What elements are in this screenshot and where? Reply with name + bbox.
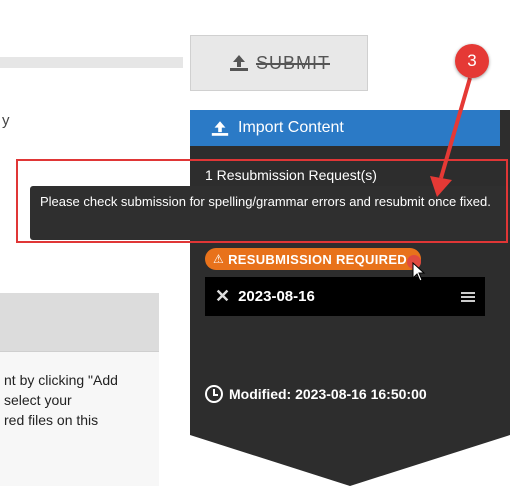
left-text-fragment: y — [2, 112, 10, 129]
instruction-line: select your — [4, 392, 72, 408]
submit-button[interactable]: SUBMIT — [190, 35, 368, 91]
warning-icon: ⚠ — [213, 252, 225, 266]
upload-icon — [211, 120, 229, 136]
import-content-button[interactable]: Import Content — [190, 110, 500, 146]
upload-icon — [229, 55, 248, 71]
left-instructions: nt by clicking "Add select your red file… — [4, 370, 158, 430]
submission-date: 2023-08-16 — [238, 288, 315, 305]
menu-icon[interactable] — [461, 291, 475, 302]
import-content-label: Import Content — [238, 119, 344, 136]
badge-label: RESUBMISSION REQUIRED — [228, 251, 407, 267]
left-content-bar — [0, 57, 183, 68]
mouse-cursor-icon — [412, 262, 426, 282]
instruction-line: nt by clicking "Add — [4, 372, 118, 388]
instruction-line: red files on this — [4, 412, 99, 428]
annotation-highlight-box — [16, 159, 508, 243]
left-panel-header — [0, 293, 159, 352]
close-icon[interactable]: ✕ — [215, 286, 230, 307]
resubmission-required-badge[interactable]: ⚠ RESUBMISSION REQUIRED — [205, 248, 421, 270]
modified-timestamp: Modified: 2023-08-16 16:50:00 — [205, 385, 427, 403]
step-number-marker: 3 — [455, 44, 489, 78]
submission-date-row[interactable]: ✕ 2023-08-16 — [205, 277, 485, 316]
submit-label: SUBMIT — [255, 52, 330, 73]
modified-label: Modified: 2023-08-16 16:50:00 — [229, 386, 427, 402]
clock-icon — [205, 385, 223, 403]
